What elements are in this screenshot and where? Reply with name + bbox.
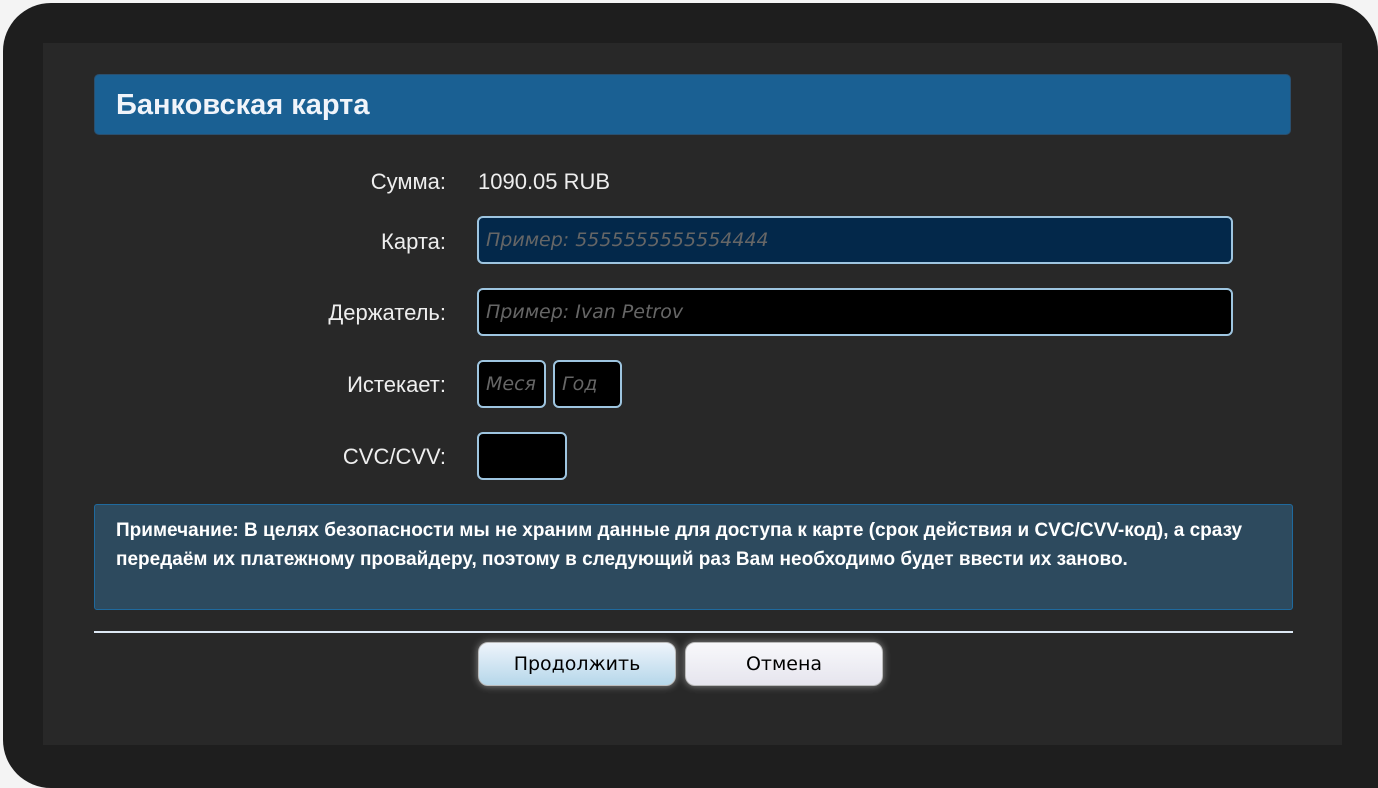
- expires-label: Истекает:: [347, 372, 446, 397]
- card-label: Карта:: [381, 229, 446, 254]
- cvc-input[interactable]: [477, 432, 567, 480]
- cancel-button[interactable]: Отмена: [685, 642, 883, 686]
- dialog-body: [43, 43, 1342, 745]
- expiry-month-input[interactable]: [477, 360, 546, 408]
- continue-button[interactable]: Продолжить: [478, 642, 676, 686]
- security-note: Примечание: В целях безопасности мы не х…: [94, 504, 1293, 610]
- card-number-input[interactable]: [477, 216, 1233, 264]
- expiry-year-input[interactable]: [553, 360, 622, 408]
- cvc-label: CVC/CVV:: [342, 444, 446, 469]
- dialog-title: Банковская карта: [94, 74, 1291, 135]
- card-holder-input[interactable]: [477, 288, 1233, 336]
- amount-value: 1090.05 RUB: [478, 169, 611, 194]
- divider: [94, 631, 1293, 633]
- holder-label: Держатель:: [328, 300, 446, 325]
- amount-label: Сумма:: [370, 169, 446, 194]
